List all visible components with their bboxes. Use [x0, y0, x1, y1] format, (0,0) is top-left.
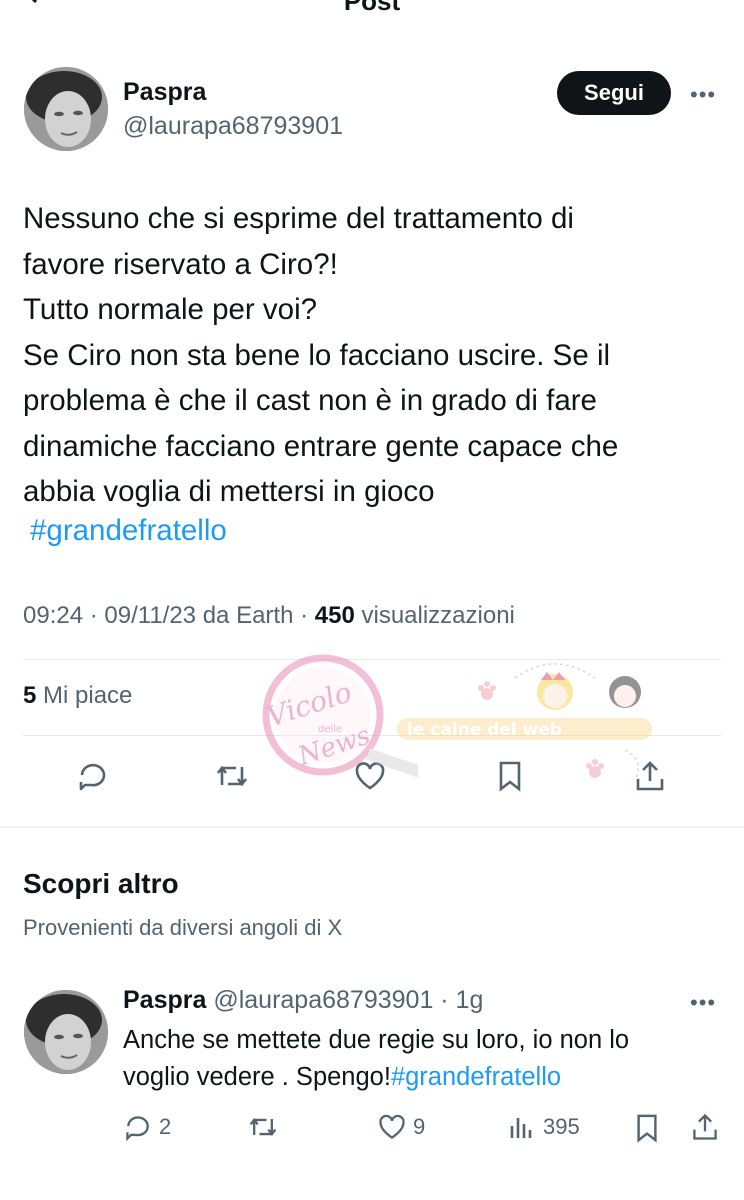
- post-date-source: 09/11/23 da Earth: [104, 602, 294, 629]
- post-text-line: Se Ciro non sta bene lo facciano uscire.…: [23, 338, 611, 372]
- likes-label: Mi piace: [36, 682, 133, 709]
- heart-icon: [379, 1114, 405, 1139]
- post-text: Nessuno che si esprime del trattamento d…: [23, 196, 723, 515]
- reply-header[interactable]: Paspra @laurapa68793901 · 1g: [123, 986, 483, 1015]
- post-text-line: problema è che il cast non è in grado di…: [23, 384, 597, 417]
- replies-count: 2: [159, 1114, 172, 1139]
- reply-avatar[interactable]: [24, 990, 108, 1074]
- reply-hashtag-link[interactable]: #grandefratello: [391, 1063, 561, 1091]
- watermark-banner-text: le calne del web: [407, 720, 562, 740]
- reply-likes-stat[interactable]: 9: [377, 1112, 425, 1142]
- page-title: Post: [343, 0, 401, 16]
- retweet-icon: [249, 1118, 277, 1136]
- watermark-logo: Vicolo delle News: [228, 650, 492, 802]
- section-divider: [0, 826, 744, 828]
- reply-author-handle[interactable]: @laurapa68793901: [206, 986, 433, 1014]
- reply-replies-stat[interactable]: 2: [123, 1112, 171, 1142]
- reply-views-stat[interactable]: 395: [507, 1112, 580, 1142]
- more-options-icon[interactable]: •••: [690, 82, 716, 108]
- likes-summary[interactable]: 5 Mi piace: [23, 682, 132, 710]
- author-handle[interactable]: @laurapa68793901: [123, 112, 343, 141]
- hashtag-link[interactable]: #grandefratello: [30, 511, 227, 551]
- reply-share-stat[interactable]: [690, 1112, 720, 1142]
- views-count: 395: [543, 1114, 580, 1139]
- views-icon: [510, 1118, 532, 1138]
- reply-icon[interactable]: [73, 756, 113, 796]
- post-text-line: Nessuno che si esprime del trattamento d…: [23, 202, 574, 235]
- likes-count: 5: [23, 682, 37, 709]
- views-label: visualizzazioni: [354, 602, 515, 629]
- likes-count: 9: [413, 1114, 426, 1139]
- post-text-line: Tutto normale per voi?: [23, 293, 318, 326]
- separator: ·: [293, 602, 315, 629]
- reply-text-line: voglio vedere . Spengo!#grandefratello: [123, 1059, 723, 1096]
- reply-bookmark-stat[interactable]: [633, 1112, 661, 1144]
- reply-text-plain: voglio vedere . Spengo!: [123, 1063, 391, 1091]
- follow-button[interactable]: Segui: [557, 71, 671, 115]
- post-text-line: favore riservato a Ciro?!: [23, 247, 338, 281]
- reply-text: Anche se mettete due regie su loro, io n…: [123, 1022, 723, 1096]
- views-count: 450: [314, 602, 355, 629]
- reply-text-line: Anche se mettete due regie su loro, io n…: [123, 1026, 630, 1054]
- discover-subtitle: Provenienti da diversi angoli di X: [23, 915, 343, 940]
- post-text-line: dinamiche facciano entrare gente capace …: [23, 429, 619, 463]
- separator: ·: [83, 602, 105, 629]
- post-meta: 09:24 · 09/11/23 da Earth · 450 visualiz…: [23, 602, 515, 630]
- reply-author-name[interactable]: Paspra: [123, 986, 206, 1014]
- discover-title: Scopri altro: [23, 868, 179, 899]
- post-time: 09:24: [23, 602, 84, 629]
- bookmark-icon: [637, 1114, 657, 1143]
- reply-age: · 1g: [433, 986, 484, 1014]
- share-icon: [693, 1113, 717, 1140]
- avatar[interactable]: [24, 67, 108, 151]
- post-text-line: abbia voglia di mettersi in gioco: [23, 475, 435, 508]
- watermark-banner: le calne del web: [395, 650, 670, 800]
- author-name[interactable]: Paspra: [123, 78, 206, 107]
- reply-retweet-stat[interactable]: [246, 1112, 280, 1142]
- reply-icon: [126, 1116, 149, 1142]
- reply-more-options-icon[interactable]: •••: [690, 990, 716, 1016]
